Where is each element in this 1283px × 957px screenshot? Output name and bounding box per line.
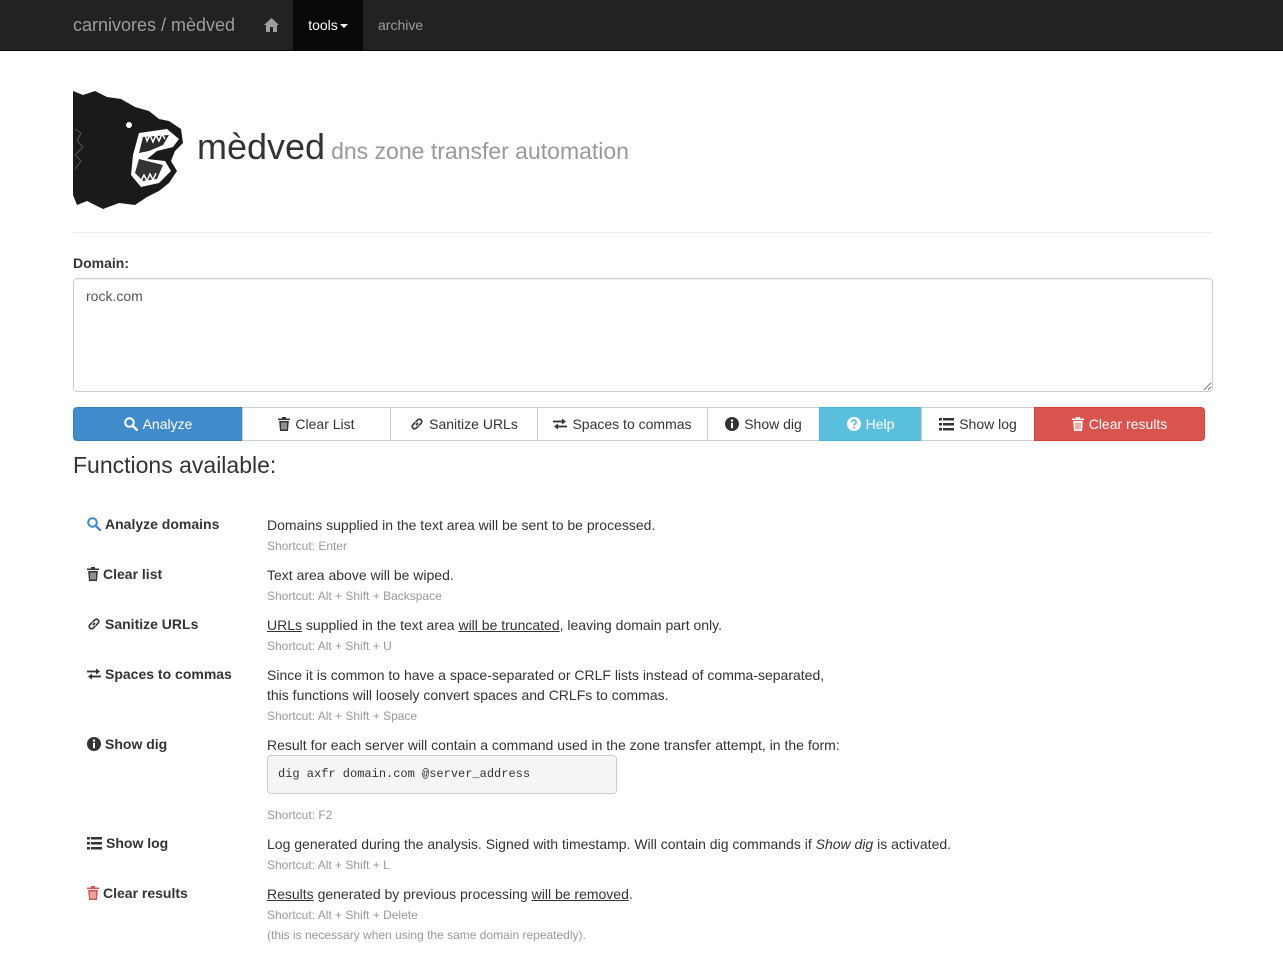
clear-results-button[interactable]: Clear results [1034,407,1205,441]
fn-analyze-name: Analyze domains [105,516,220,532]
spaces-to-commas-label: Spaces to commas [572,416,692,432]
fn-clear-results-desc: Results generated by previous processing… [267,886,633,902]
analyze-button[interactable]: Analyze [73,407,243,441]
caret-down-icon [339,24,348,29]
trash-icon [87,886,99,900]
nav-tools-dropdown[interactable]: tools [293,0,363,50]
fn-clear-list-desc: Text area above will be wiped. [267,567,454,583]
fn-sanitize-desc-text: supplied in the text area [302,617,459,633]
help-label: Help [865,416,895,432]
fn-sanitize-title: Sanitize URLs [87,616,198,632]
info-sign-icon [87,737,101,751]
functions-heading: Functions available: [73,452,277,478]
fn-analyze-desc: Domains supplied in the text area will b… [267,517,656,533]
show-log-button[interactable]: Show log [921,407,1035,441]
question-sign-icon [846,417,861,431]
fn-show-log-desc: Log generated during the analysis. Signe… [267,836,951,852]
fn-clear-results-note: (this is necessary when using the same d… [267,928,586,942]
fn-clear-results-desc-tail: . [628,886,633,902]
toolbar: Analyze Clear List Sanitize URLs Spaces … [73,407,1205,441]
fn-spaces-desc-line1: Since it is common to have a space-separ… [267,667,825,683]
show-dig-emphasis: Show dig [815,836,874,852]
fn-show-log-desc-text: Log generated during the analysis. Signe… [267,836,816,852]
fn-clear-list-title: Clear list [87,566,162,582]
list-icon [939,417,955,431]
search-icon [123,417,138,432]
transfer-icon [87,668,101,680]
header-divider [73,232,1213,233]
fn-sanitize-desc: URLs supplied in the text area will be t… [267,617,722,633]
fn-analyze-title: Analyze domains [87,516,219,532]
navbar: carnivores / mèdved tools archive [0,0,1283,51]
bear-logo [73,89,185,211]
show-log-label: Show log [959,416,1017,432]
fn-spaces-name: Spaces to commas [105,666,232,682]
link-icon [87,617,101,631]
fn-show-dig-shortcut: Shortcut: F2 [267,808,333,822]
fn-show-dig-name: Show dig [105,736,168,752]
dig-code-example: dig axfr domain.com @server_address [267,755,617,794]
urls-term: URLs [267,617,303,633]
fn-clear-results-shortcut: Shortcut: Alt + Shift + Delete [267,908,418,922]
app-name: mèdved [197,126,326,167]
show-dig-label: Show dig [744,416,802,432]
page-title: mèdved dns zone transfer automation [197,126,629,168]
nav-archive-link[interactable]: archive [378,0,423,50]
fn-analyze-shortcut: Shortcut: Enter [267,539,348,553]
fn-show-dig-desc: Result for each server will contain a co… [267,737,840,753]
nav-tools-label: tools [308,17,338,33]
fn-show-log-desc-tail: is activated. [873,836,952,852]
fn-spaces-desc-line2: this functions will loosely convert spac… [267,687,669,703]
fn-show-log-shortcut: Shortcut: Alt + Shift + L [267,858,390,872]
show-dig-button[interactable]: Show dig [707,407,820,441]
trash-icon [1071,417,1084,431]
fn-show-log-name: Show log [106,835,169,851]
trash-icon [87,567,99,581]
sanitize-urls-button[interactable]: Sanitize URLs [390,407,538,441]
home-icon [263,18,279,32]
fn-clear-list-shortcut: Shortcut: Alt + Shift + Backspace [267,589,442,603]
clear-list-label: Clear List [295,416,355,432]
link-icon [410,417,424,431]
spaces-to-commas-button[interactable]: Spaces to commas [537,407,708,441]
fn-sanitize-shortcut: Shortcut: Alt + Shift + U [267,639,392,653]
list-icon [87,836,102,850]
fn-sanitize-name: Sanitize URLs [105,616,199,632]
app-subtitle: dns zone transfer automation [331,138,629,164]
fn-show-log-title: Show log [87,835,168,851]
removed-term: will be removed [531,886,629,902]
sanitize-urls-label: Sanitize URLs [429,416,518,432]
fn-sanitize-desc-tail: , leaving domain part only. [559,617,723,633]
results-term: Results [267,886,314,902]
domain-label: Domain: [73,255,129,271]
search-icon [87,517,102,532]
clear-list-button[interactable]: Clear List [242,407,391,441]
info-sign-icon [725,417,740,431]
fn-show-dig-title: Show dig [87,736,167,752]
domain-textarea[interactable]: rock.com [73,278,1213,392]
navbar-brand[interactable]: carnivores / mèdved [73,0,235,50]
analyze-label: Analyze [142,416,193,432]
truncated-term: will be truncated [458,617,560,633]
fn-clear-results-title: Clear results [87,885,188,901]
transfer-icon [553,418,568,430]
trash-icon [278,417,291,431]
clear-results-label: Clear results [1088,416,1168,432]
fn-clear-results-name: Clear results [103,885,188,901]
fn-spaces-shortcut: Shortcut: Alt + Shift + Space [267,709,418,723]
fn-clear-list-name: Clear list [103,566,163,582]
fn-spaces-title: Spaces to commas [87,666,232,682]
help-button[interactable]: Help [819,407,922,441]
fn-clear-results-desc-text: generated by previous processing [313,886,532,902]
nav-home-link[interactable] [254,0,288,50]
